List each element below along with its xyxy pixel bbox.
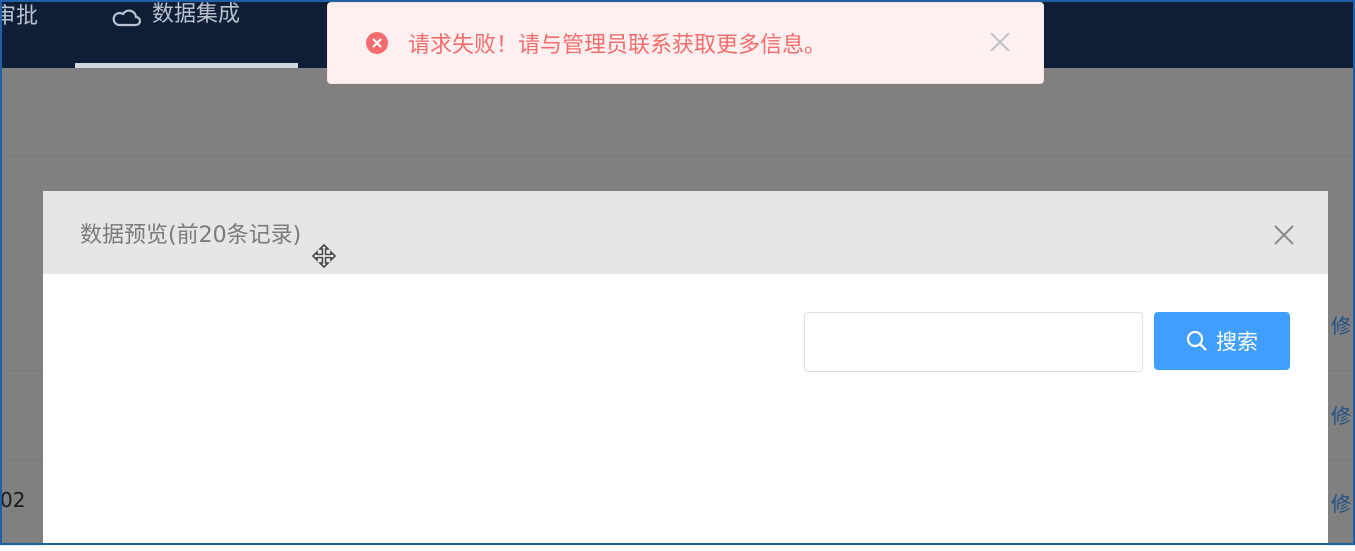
nav-item-data-integration[interactable]: 数据集成 [112,0,240,66]
dialog-header[interactable]: 数据预览(前20条记录) [43,191,1328,274]
search-button-label: 搜索 [1216,330,1258,354]
toast-message: 请求失败！请与管理员联系获取更多信息。 [408,33,827,58]
close-icon[interactable] [989,31,1011,53]
nav-item-approval[interactable]: 审批 [0,0,38,68]
dialog-title: 数据预览(前20条记录) [80,223,302,248]
error-message-toast: 请求失败！请与管理员联系获取更多信息。 [327,2,1044,84]
error-circle-icon [366,32,388,54]
nav-item-label: 数据集成 [152,2,241,27]
nav-item-label: 审批 [0,4,39,29]
search-input[interactable] [804,312,1143,372]
data-preview-dialog: 数据预览(前20条记录) 搜索 [43,191,1328,551]
close-icon[interactable] [1272,223,1296,247]
search-icon [1186,330,1208,352]
cloud-icon [112,6,142,40]
search-button[interactable]: 搜索 [1154,312,1290,370]
move-cursor-icon [311,243,337,269]
